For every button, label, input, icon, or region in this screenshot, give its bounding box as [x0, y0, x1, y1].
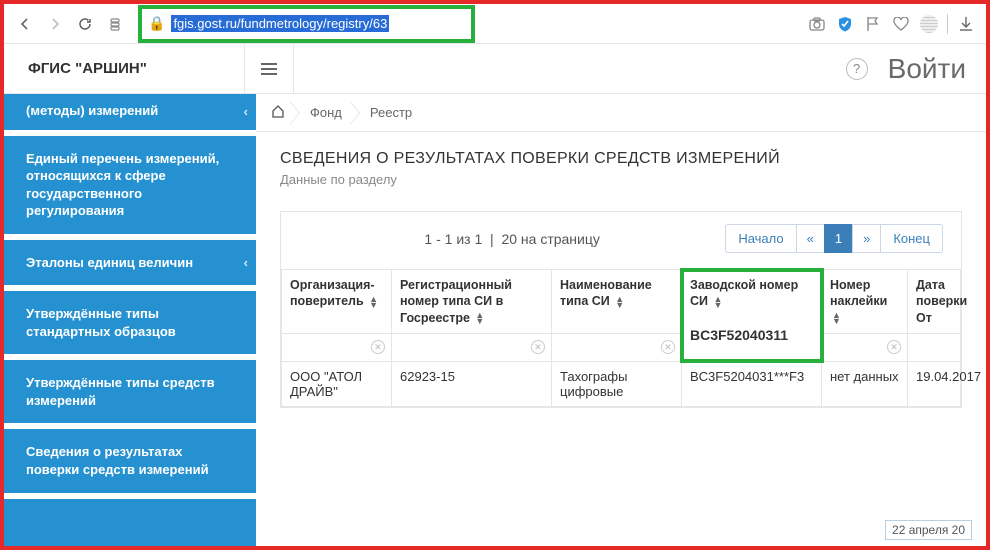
filter-serial-value[interactable]: BC3F52040311	[690, 326, 813, 344]
pager-prev[interactable]: «	[796, 224, 825, 253]
clear-icon[interactable]: ✕	[661, 340, 675, 354]
site-info-button[interactable]	[104, 13, 126, 35]
filter-date[interactable]	[916, 340, 952, 355]
data-panel: 1 - 1 из 1 | 20 на страницу Начало « 1 »…	[280, 211, 962, 408]
sort-icon: ▲▼	[832, 312, 841, 325]
region-icon[interactable]	[919, 14, 939, 34]
table-row[interactable]: ООО "АТОЛ ДРАЙВ" 62923-15 Тахографы цифр…	[282, 361, 961, 406]
login-link[interactable]: Войти	[888, 53, 966, 85]
cell-reg: 62923-15	[392, 361, 552, 406]
results-table: Организация-поверитель ▲▼ Регистрационны…	[281, 269, 961, 407]
lock-icon: 🔒	[148, 15, 165, 32]
sidebar-item-si-types[interactable]: Утверждённые типы средств измерений	[4, 360, 256, 429]
sort-icon: ▲▼	[714, 296, 723, 309]
camera-icon[interactable]	[807, 14, 827, 34]
sidebar-item-label: Утверждённые типы средств измерений	[26, 375, 215, 408]
forward-button[interactable]	[44, 13, 66, 35]
cell-org: ООО "АТОЛ ДРАЙВ"	[282, 361, 392, 406]
sort-icon: ▲▼	[615, 296, 624, 309]
download-icon[interactable]	[956, 14, 976, 34]
breadcrumb-fund[interactable]: Фонд	[304, 105, 348, 120]
cell-date: 19.04.2017	[908, 361, 961, 406]
main-content: Фонд Реестр СВЕДЕНИЯ О РЕЗУЛЬТАТАХ ПОВЕР…	[256, 94, 986, 546]
pager-end[interactable]: Конец	[880, 224, 943, 253]
sidebar-item-verification[interactable]: Сведения о результатах поверки средств и…	[4, 429, 256, 498]
pager-begin[interactable]: Начало	[725, 224, 796, 253]
menu-toggle[interactable]	[244, 44, 294, 93]
breadcrumb: Фонд Реестр	[256, 94, 986, 132]
heart-icon[interactable]	[891, 14, 911, 34]
page-title: СВЕДЕНИЯ О РЕЗУЛЬТАТАХ ПОВЕРКИ СРЕДСТВ И…	[280, 150, 962, 168]
chevron-left-icon: ‹	[244, 103, 248, 121]
sidebar: (методы) измерений ‹ Единый перечень изме…	[4, 94, 256, 546]
footer-date: 22 апреля 20	[885, 520, 972, 540]
col-reg[interactable]: Регистрационный номер типа СИ в Госреест…	[392, 270, 552, 334]
sidebar-item-etalons[interactable]: Эталоны единиц величин ‹	[4, 240, 256, 292]
col-name[interactable]: Наименование типа СИ ▲▼	[552, 270, 682, 334]
filter-org[interactable]	[290, 340, 383, 355]
pager-info: 1 - 1 из 1 | 20 на страницу	[299, 231, 725, 247]
reload-button[interactable]	[74, 13, 96, 35]
sidebar-item-standard-types[interactable]: Утверждённые типы стандартных образцов	[4, 291, 256, 360]
cell-sticker: нет данных	[822, 361, 908, 406]
sidebar-item-label: Сведения о результатах поверки средств и…	[26, 444, 209, 477]
home-icon[interactable]	[268, 104, 288, 121]
page-subtitle: Данные по разделу	[280, 172, 962, 187]
sidebar-item-label: Эталоны единиц величин	[26, 255, 193, 270]
cell-serial: BC3F5204031***F3	[682, 361, 822, 406]
browser-toolbar: 🔒 fgis.gost.ru/fundmetrology/registry/63	[4, 4, 986, 44]
sidebar-item-list[interactable]: Единый перечень измерений, относящихся к…	[4, 136, 256, 240]
back-button[interactable]	[14, 13, 36, 35]
brand-title: ФГИС "АРШИН"	[4, 44, 244, 93]
clear-icon[interactable]: ✕	[887, 340, 901, 354]
shield-icon[interactable]	[835, 14, 855, 34]
filter-row: ✕ ✕ ✕ ✕	[282, 333, 961, 361]
pager-page-1[interactable]: 1	[824, 224, 853, 253]
col-serial[interactable]: Заводской номер СИ ▲▼ BC3F52040311	[682, 270, 822, 362]
table-header-row: Организация-поверитель ▲▼ Регистрационны…	[282, 270, 961, 334]
sort-icon: ▲▼	[475, 312, 484, 325]
filter-name[interactable]	[560, 340, 673, 355]
pager-next[interactable]: »	[852, 224, 881, 253]
help-icon[interactable]: ?	[846, 58, 868, 80]
pager: Начало « 1 » Конец	[725, 224, 943, 253]
chevron-left-icon: ‹	[244, 254, 248, 272]
app-header: ФГИС "АРШИН" ? Войти	[4, 44, 986, 94]
sidebar-item-label: Утверждённые типы стандартных образцов	[26, 306, 176, 339]
flag-icon[interactable]	[863, 14, 883, 34]
cell-name: Тахографы цифровые	[552, 361, 682, 406]
col-org[interactable]: Организация-поверитель ▲▼	[282, 270, 392, 334]
clear-icon[interactable]: ✕	[531, 340, 545, 354]
sidebar-item-label: (методы) измерений	[26, 103, 158, 118]
col-sticker[interactable]: Номер наклейки ▲▼	[822, 270, 908, 334]
col-date[interactable]: Дата поверки От	[908, 270, 961, 334]
address-bar[interactable]: 🔒 fgis.gost.ru/fundmetrology/registry/63	[138, 5, 475, 43]
sidebar-item-methods[interactable]: (методы) измерений ‹	[4, 94, 256, 136]
filter-reg[interactable]	[400, 340, 543, 355]
separator	[947, 14, 948, 34]
sort-icon: ▲▼	[369, 296, 378, 309]
sidebar-item-label: Единый перечень измерений, относящихся к…	[26, 151, 219, 219]
url-text: fgis.gost.ru/fundmetrology/registry/63	[171, 15, 389, 32]
breadcrumb-registry[interactable]: Реестр	[364, 105, 418, 120]
clear-icon[interactable]: ✕	[371, 340, 385, 354]
